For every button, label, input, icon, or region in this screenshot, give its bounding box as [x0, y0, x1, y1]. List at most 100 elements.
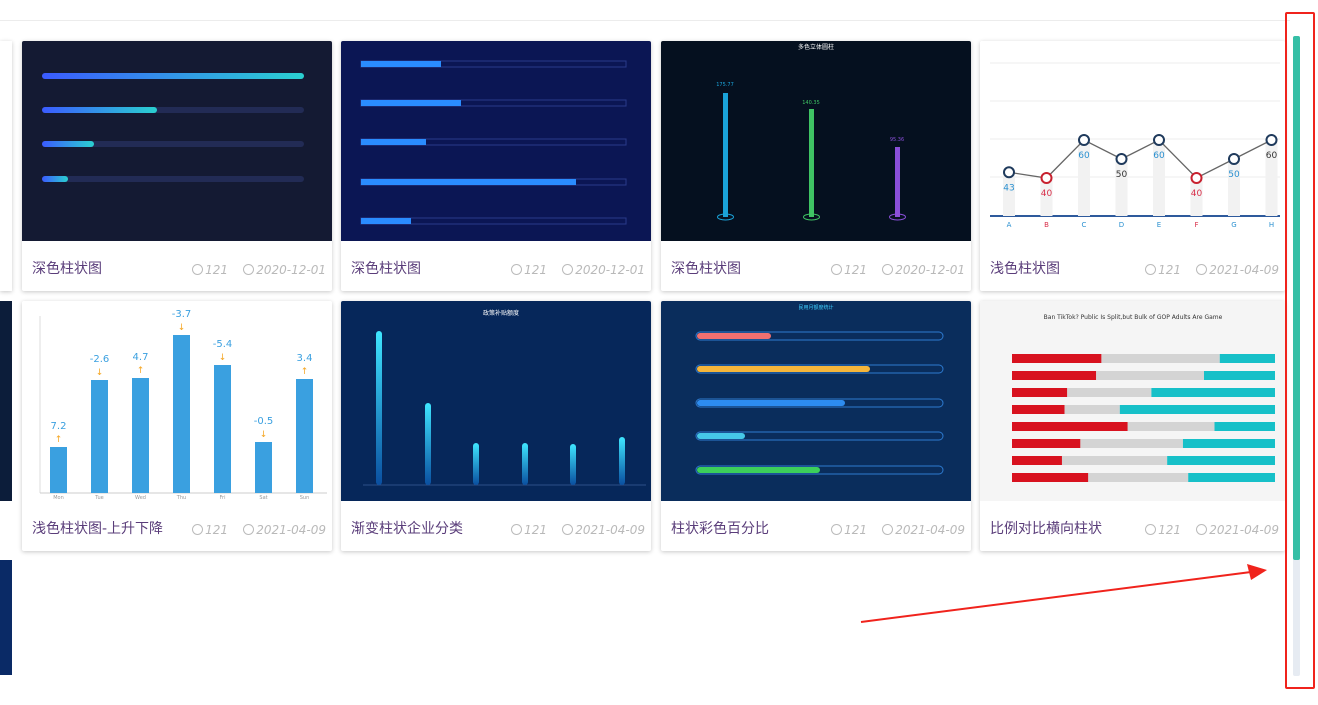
segment-teal: [1119, 405, 1275, 414]
publish-date: 2021-04-09: [1196, 523, 1279, 537]
chart-card[interactable]: 深色柱状图 121 2020-12-01: [22, 41, 332, 291]
publish-date: 2020-12-01: [562, 263, 645, 277]
segment-red: [1012, 439, 1081, 448]
view-count: 121: [192, 263, 228, 277]
segment-gray: [1064, 405, 1120, 414]
eye-icon: [831, 264, 843, 275]
card-title[interactable]: 深色柱状图: [32, 258, 102, 278]
tick-label: G: [1231, 221, 1236, 229]
segment-red: [1012, 354, 1102, 363]
publish-date: 2021-04-09: [243, 523, 326, 537]
card-thumbnail: 多色立体圆柱 175.77 140.35 95.36: [661, 41, 971, 241]
annotation-arrow: [860, 564, 1267, 623]
tick-label: E: [1157, 221, 1161, 229]
segment-red: [1012, 422, 1128, 431]
value-label: 175.77: [716, 82, 734, 88]
top-divider: [0, 20, 1290, 21]
bar: [214, 365, 231, 493]
clock-icon: [882, 524, 894, 535]
trend-arrow-icon: ↑: [301, 367, 309, 377]
card-title[interactable]: 浅色柱状图-上升下降: [32, 518, 163, 538]
data-label: -5.4: [213, 339, 233, 350]
data-point: [1040, 172, 1053, 184]
publish-date: 2020-12-01: [882, 263, 965, 277]
trend-arrow-icon: ↑: [137, 366, 145, 376]
view-count: 121: [831, 263, 867, 277]
bar: [255, 442, 272, 493]
partial-card-left-1[interactable]: [0, 41, 12, 291]
data-label: 60: [1153, 151, 1165, 161]
data-label: 3.4: [297, 353, 313, 364]
partial-card-left-3[interactable]: [0, 560, 12, 675]
publish-date: 2021-04-09: [562, 523, 645, 537]
chart-card[interactable]: 深色柱状图 121 2020-12-01: [341, 41, 651, 291]
chart-card[interactable]: Ban TikTok? Public Is Split,but Bulk of …: [980, 301, 1285, 551]
bar: [173, 335, 190, 493]
data-point: [1265, 134, 1278, 146]
bar-shadow: [1228, 159, 1240, 216]
tick-label: D: [1119, 221, 1124, 229]
data-label: 50: [1228, 170, 1240, 180]
segment-gray: [1096, 371, 1204, 380]
card-title[interactable]: 比例对比横向柱状: [990, 518, 1102, 538]
data-label: 4.7: [133, 352, 149, 363]
data-label: -2.6: [90, 354, 110, 365]
segment-red: [1012, 371, 1097, 380]
clock-icon: [1196, 264, 1208, 275]
trend-arrow-icon: ↓: [260, 430, 268, 440]
segment-gray: [1067, 388, 1152, 397]
segment-teal: [1151, 388, 1275, 397]
segment-red: [1012, 405, 1065, 414]
eye-icon: [831, 524, 843, 535]
data-point: [1190, 172, 1203, 184]
bar-shadow: [1003, 172, 1015, 216]
card-title[interactable]: 深色柱状图: [671, 258, 741, 278]
card-thumbnail: Ban TikTok? Public Is Split,but Bulk of …: [980, 301, 1285, 501]
publish-date: 2020-12-01: [243, 263, 326, 277]
segment-teal: [1219, 354, 1275, 363]
card-title[interactable]: 浅色柱状图: [990, 258, 1060, 278]
data-label: 40: [1191, 189, 1203, 199]
eye-icon: [1145, 264, 1157, 275]
chart-card[interactable]: 7.2 ↑ Mon -2.6 ↓ Tue 4.7 ↑ Wed -3.7 ↓ Thu -5.4 ↓ Fri -0…: [22, 301, 332, 551]
card-title[interactable]: 柱状彩色百分比: [671, 518, 769, 538]
view-count: 121: [511, 523, 547, 537]
segment-gray: [1088, 473, 1189, 482]
card-title[interactable]: 深色柱状图: [351, 258, 421, 278]
bar: [132, 378, 149, 493]
data-point: [1078, 134, 1090, 146]
segment-gray: [1127, 422, 1215, 431]
eye-icon: [192, 264, 204, 275]
card-thumbnail: 7.2 ↑ Mon -2.6 ↓ Tue 4.7 ↑ Wed -3.7 ↓ Thu -5.4 ↓ Fri -0…: [22, 301, 332, 501]
view-count: 121: [1145, 523, 1181, 537]
thumb-title: 多色立体圆柱: [798, 43, 834, 51]
thumb-title: Ban TikTok? Public Is Split,but Bulk of …: [1044, 314, 1223, 321]
card-thumbnail: [341, 41, 651, 241]
publish-date: 2021-04-09: [882, 523, 965, 537]
data-point: [1153, 134, 1165, 146]
bar-shadow: [1115, 159, 1128, 216]
segment-red: [1012, 473, 1089, 482]
partial-card-left-2[interactable]: [0, 301, 12, 501]
card-thumbnail: 民用月额度统计: [661, 301, 971, 501]
segment-teal: [1214, 422, 1275, 431]
publish-date: 2021-04-09: [1196, 263, 1279, 277]
value-label: 95.36: [890, 137, 904, 143]
eye-icon: [1145, 524, 1157, 535]
segment-red: [1012, 456, 1062, 465]
segment-teal: [1203, 371, 1275, 380]
bar: [296, 379, 313, 493]
card-thumbnail: 43 A 40 B 60 C 50 D 60 E 40 F 50 G 60 H: [980, 41, 1285, 241]
clock-icon: [243, 524, 255, 535]
chart-card[interactable]: 民用月额度统计 柱状彩色百分比 121 2021-04-09: [661, 301, 971, 551]
view-count: 121: [831, 523, 867, 537]
segment-teal: [1182, 439, 1275, 448]
data-label: 50: [1116, 170, 1128, 180]
clock-icon: [243, 264, 255, 275]
chart-card[interactable]: 多色立体圆柱 175.77 140.35 95.36 深色柱状图 121 202…: [661, 41, 971, 291]
chart-card[interactable]: 政策补贴额度 渐变柱状企业分类 121 2021-04-09: [341, 301, 651, 551]
clock-icon: [562, 264, 574, 275]
data-label: 43: [1003, 183, 1014, 193]
card-title[interactable]: 渐变柱状企业分类: [351, 518, 463, 538]
chart-card[interactable]: 43 A 40 B 60 C 50 D 60 E 40 F 50 G 60 H 浅色柱状图 121 2021-…: [980, 41, 1285, 291]
